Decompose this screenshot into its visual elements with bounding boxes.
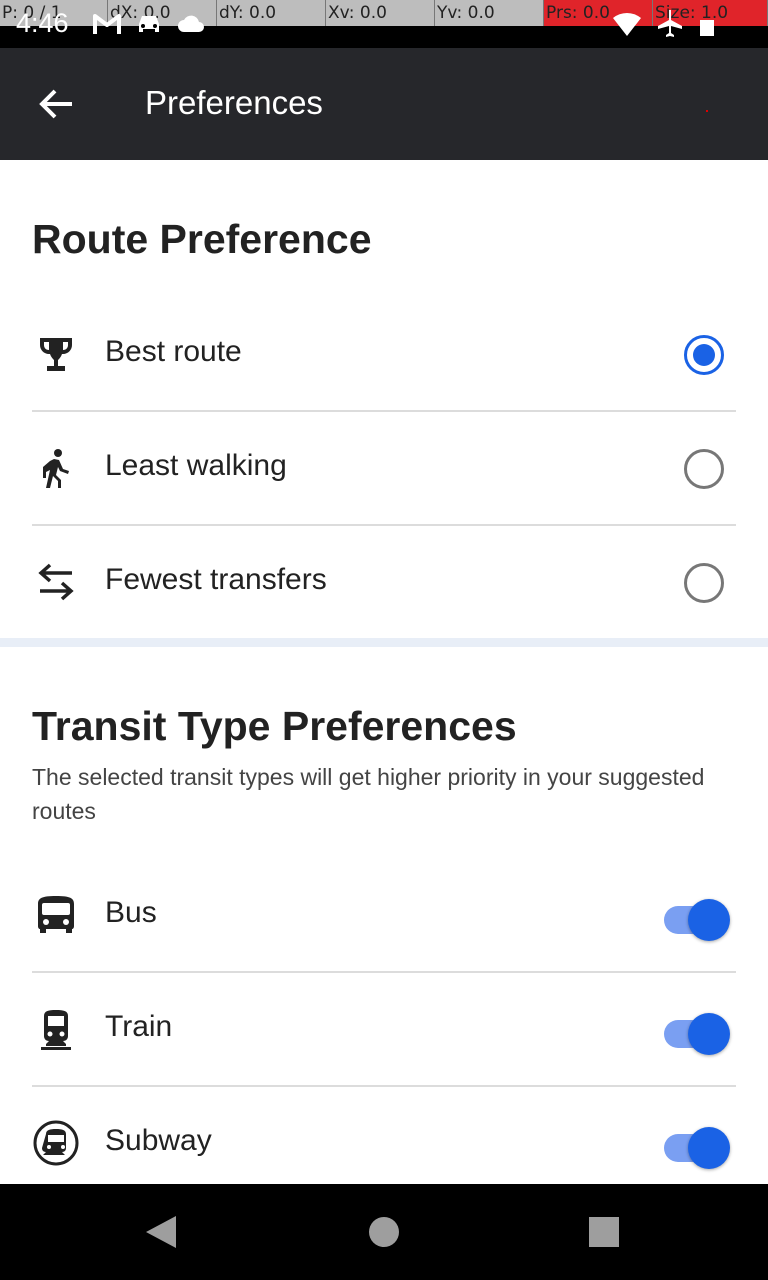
route-option-best-route[interactable]: Best route xyxy=(0,298,768,412)
transit-type-label: Bus xyxy=(105,896,157,929)
train-toggle-thumb xyxy=(688,1013,730,1055)
bus-icon xyxy=(33,892,79,938)
gmail-icon xyxy=(93,14,121,34)
transfer-arrows-icon xyxy=(33,559,79,605)
least-walking-radio[interactable] xyxy=(684,449,724,489)
cloud-icon xyxy=(178,15,204,32)
status-time: 4:46 xyxy=(16,8,69,38)
route-option-label: Best route xyxy=(105,335,242,368)
train-icon xyxy=(33,1006,79,1052)
car-icon xyxy=(139,16,159,32)
route-option-fewest-transfers[interactable]: Fewest transfers xyxy=(0,526,768,640)
system-navigation-bar xyxy=(0,1184,768,1280)
transit-type-train[interactable]: Train xyxy=(0,973,768,1087)
nav-back-button[interactable] xyxy=(129,1200,193,1264)
battery-icon xyxy=(700,20,714,36)
train-toggle[interactable] xyxy=(664,1013,730,1055)
debug-dy: dY: 0.0 xyxy=(217,0,326,26)
transit-type-bus[interactable]: Bus xyxy=(0,859,768,973)
transit-type-label: Subway xyxy=(105,1124,212,1157)
fewest-transfers-radio[interactable] xyxy=(684,563,724,603)
wifi-icon xyxy=(613,12,641,37)
status-system-icons xyxy=(612,8,716,38)
transit-type-heading: Transit Type Preferences xyxy=(32,703,517,749)
app-bar: Preferences xyxy=(0,48,768,160)
nav-home-button[interactable] xyxy=(352,1200,416,1264)
back-arrow-icon xyxy=(39,89,72,119)
route-option-label: Fewest transfers xyxy=(105,563,327,596)
debug-touch-dot xyxy=(706,110,708,112)
status-notification-icons xyxy=(92,10,206,38)
airplane-icon xyxy=(658,10,682,37)
route-preference-heading: Route Preference xyxy=(32,216,372,262)
transit-type-description: The selected transit types will get high… xyxy=(32,764,705,824)
route-option-least-walking[interactable]: Least walking xyxy=(0,412,768,526)
subway-toggle-thumb xyxy=(688,1127,730,1169)
nav-home-icon xyxy=(369,1217,399,1247)
nav-recents-icon xyxy=(589,1217,619,1247)
bus-toggle-thumb xyxy=(688,899,730,941)
subway-icon xyxy=(33,1120,79,1166)
nav-recents-button[interactable] xyxy=(572,1200,636,1264)
nav-back-icon xyxy=(146,1216,176,1248)
back-button[interactable] xyxy=(24,78,88,130)
walking-icon xyxy=(33,445,79,491)
section-separator xyxy=(0,638,768,647)
page-title: Preferences xyxy=(145,84,323,121)
transit-type-label: Train xyxy=(105,1010,173,1043)
trophy-icon xyxy=(33,331,79,377)
subway-toggle[interactable] xyxy=(664,1127,730,1169)
route-option-label: Least walking xyxy=(105,449,287,482)
bus-toggle[interactable] xyxy=(664,899,730,941)
best-route-radio[interactable] xyxy=(684,335,724,375)
debug-yv: Yv: 0.0 xyxy=(435,0,544,26)
debug-xv: Xv: 0.0 xyxy=(326,0,435,26)
